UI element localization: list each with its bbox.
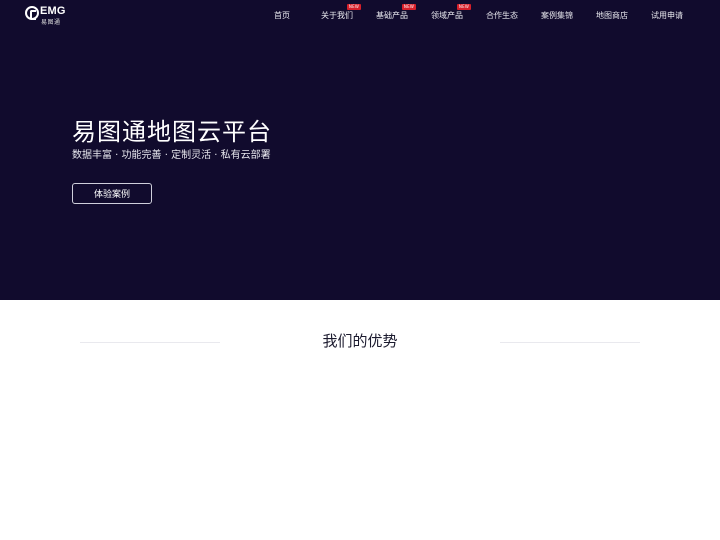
top-navbar: EMG 易图通 首页 关于我们 NEW 基础产品 NEW 领域产品 NEW 合作…	[0, 0, 720, 30]
section-divider-right	[500, 342, 640, 343]
hero-subtitle: 数据丰富 · 功能完善 · 定制灵活 · 私有云部署	[72, 150, 271, 161]
nav-item-label: 基础产品	[376, 11, 408, 20]
nav-item-label: 合作生态	[486, 11, 518, 20]
nav-item-domain-products[interactable]: 领域产品 NEW	[431, 4, 471, 23]
nav-item-cases[interactable]: 案例集锦	[541, 9, 573, 23]
nav-item-ecosystem[interactable]: 合作生态	[486, 9, 518, 23]
nav-item-about[interactable]: 关于我们 NEW	[321, 4, 361, 23]
advantages-section: 我们的优势	[0, 300, 720, 540]
new-badge: NEW	[401, 4, 416, 10]
nav-item-label: 试用申请	[651, 11, 683, 20]
hero-title: 易图通地图云平台	[72, 118, 272, 147]
nav-item-basic-products[interactable]: 基础产品 NEW	[376, 4, 416, 23]
section-title: 我们的优势	[322, 332, 398, 350]
nav-item-label: 领域产品	[431, 11, 463, 20]
nav-item-trial[interactable]: 试用申请	[651, 9, 683, 23]
nav-item-map-store[interactable]: 地图商店	[596, 9, 628, 23]
nav-item-label: 地图商店	[596, 11, 628, 20]
new-badge: NEW	[456, 4, 471, 10]
nav-item-label: 关于我们	[321, 11, 353, 20]
hero-banner: EMG 易图通 首页 关于我们 NEW 基础产品 NEW 领域产品 NEW 合作…	[0, 0, 720, 300]
nav-menu: 首页 关于我们 NEW 基础产品 NEW 领域产品 NEW 合作生态 案例集锦	[0, 0, 720, 30]
nav-item-label: 案例集锦	[541, 11, 573, 20]
nav-item-label: 首页	[274, 11, 290, 20]
new-badge: NEW	[346, 4, 361, 10]
experience-cases-button[interactable]: 体验案例	[72, 183, 152, 204]
nav-item-home[interactable]: 首页	[274, 9, 290, 23]
